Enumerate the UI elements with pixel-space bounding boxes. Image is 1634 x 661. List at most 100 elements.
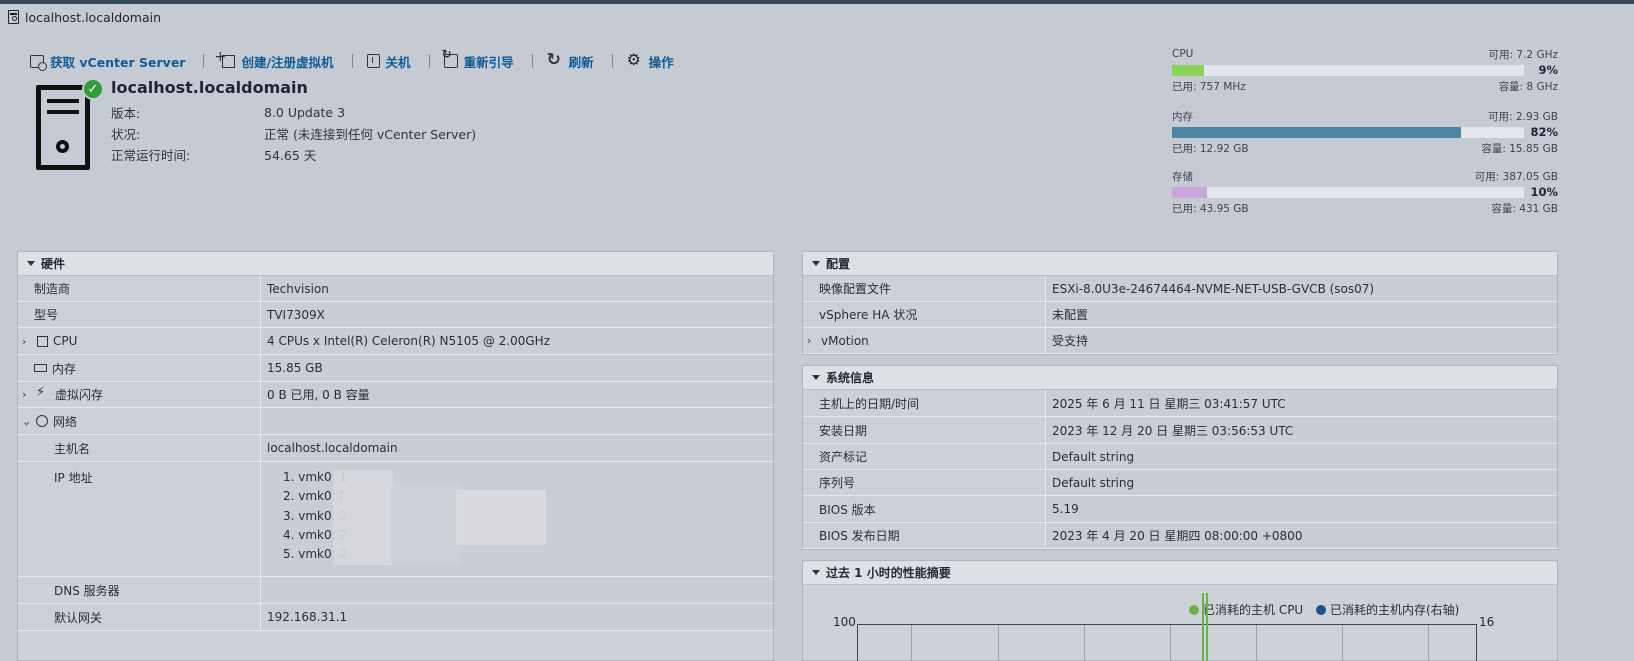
legend-mem[interactable]: 已消耗的主机内存(右轴) xyxy=(1316,601,1459,618)
cpu-free: 可用: 7.2 GHz xyxy=(1488,48,1558,61)
row-label: 型号 xyxy=(18,302,260,327)
table-row-cpu[interactable]: › CPU 4 CPUs x Intel(R) Celeron(R) N5105 … xyxy=(18,328,773,355)
row-label: BIOS 版本 xyxy=(803,496,1045,522)
row-label: CPU xyxy=(53,334,78,348)
legend-cpu-label: 已消耗的主机 CPU xyxy=(1203,603,1304,617)
toolbar: 获取 vCenter Server 创建/注册虚拟机 关机 重新引导 刷新 操作 xyxy=(30,47,674,72)
row-value: ESXi-8.0U3e-24674464-NVME-NET-USB-GVCB (… xyxy=(1045,276,1557,301)
table-row-ip: IP 地址 1. vmk0: 1 2. vmk0: f 3. vmk0: 2 4… xyxy=(18,462,773,577)
toolbar-separator xyxy=(611,54,613,68)
storage-free: 可用: 387.05 GB xyxy=(1474,170,1558,183)
table-row: 主机名 localhost.localdomain xyxy=(18,435,773,462)
window-title: localhost.localdomain xyxy=(25,9,162,25)
storage-meter: 存储 可用: 387.05 GB 10% 已用: 43.95 GB 容量: 431 … xyxy=(1172,169,1558,215)
table-row-vmotion[interactable]: › vMotion 受支持 xyxy=(803,328,1557,354)
table-row: 默认网关 192.168.31.1 xyxy=(18,604,773,631)
collapse-icon xyxy=(812,570,820,575)
memory-row-key: 内存 xyxy=(18,355,260,381)
cpu-usage-bar xyxy=(1172,64,1524,76)
row-value: Default string xyxy=(1045,444,1557,469)
y-axis-left-top: 100 xyxy=(833,615,856,629)
legend-mem-label: 已消耗的主机内存(右轴) xyxy=(1330,603,1460,617)
system-info-panel-header[interactable]: 系统信息 xyxy=(803,366,1557,390)
hardware-panel-header[interactable]: 硬件 xyxy=(18,252,773,276)
table-row: 安装日期 2023 年 12 月 20 日 星期三 03:56:53 UTC xyxy=(803,417,1557,444)
cpu-used: 已用: 757 MHz xyxy=(1172,80,1246,93)
shutdown-button[interactable]: 关机 xyxy=(366,52,411,71)
host-info-row: 状况: 正常 (未连接到任何 vCenter Server) xyxy=(111,123,476,144)
row-value: 受支持 xyxy=(1045,328,1557,353)
storage-meter-label: 存储 xyxy=(1172,170,1193,183)
host-icon xyxy=(8,10,19,24)
performance-panel-header[interactable]: 过去 1 小时的性能摘要 xyxy=(803,561,1557,585)
collapse-icon xyxy=(812,375,820,380)
toolbar-separator xyxy=(428,54,430,68)
create-vm-button[interactable]: 创建/注册虚拟机 xyxy=(214,49,334,71)
row-label: 主机名 xyxy=(18,435,260,461)
row-value: TVI7309X xyxy=(260,302,773,327)
performance-panel: 过去 1 小时的性能摘要 已消耗的主机 CPU 已消耗的主机内存(右轴) 100… xyxy=(802,560,1558,661)
table-row: BIOS 发布日期 2023 年 4 月 20 日 星期四 08:00:00 +… xyxy=(803,523,1557,549)
row-value: 2023 年 12 月 20 日 星期三 03:56:53 UTC xyxy=(1045,417,1557,443)
toolbar-separator xyxy=(203,54,205,68)
row-value xyxy=(260,577,773,603)
redaction-mosaic xyxy=(391,484,461,564)
chevron-right-icon[interactable]: › xyxy=(807,334,821,347)
flash-row-key: › 虚拟闪存 xyxy=(18,382,260,407)
config-panel: 配置 映像配置文件 ESXi-8.0U3e-24674464-NVME-NET-… xyxy=(802,251,1558,355)
cpu-percent: 9% xyxy=(1538,63,1558,77)
redaction-mosaic xyxy=(456,490,546,545)
chevron-down-icon[interactable]: ⌄ xyxy=(22,415,36,428)
reboot-label: 重新引导 xyxy=(463,54,514,70)
hardware-panel: 硬件 制造商 Techvision 型号 TVI7309X › CPU 4 CPU… xyxy=(17,251,774,661)
row-value: 0 B 已用, 0 B 容量 xyxy=(260,382,773,407)
cpu-capacity: 容量: 8 GHz xyxy=(1498,80,1558,93)
table-row-flash[interactable]: › 虚拟闪存 0 B 已用, 0 B 容量 xyxy=(18,382,773,408)
table-row: 主机上的日期/时间 2025 年 6 月 11 日 星期三 03:41:57 U… xyxy=(803,390,1557,417)
chevron-right-icon[interactable]: › xyxy=(22,388,36,401)
storage-usage-bar xyxy=(1172,186,1524,198)
memory-capacity: 容量: 15.85 GB xyxy=(1481,142,1558,155)
redaction-mosaic xyxy=(333,470,393,565)
create-vm-label: 创建/注册虚拟机 xyxy=(241,54,334,70)
row-label: IP 地址 xyxy=(18,462,260,576)
network-row-key: ⌄ 网络 xyxy=(18,408,260,434)
refresh-button[interactable]: 刷新 xyxy=(547,50,594,71)
host-info-value: 正常 (未连接到任何 vCenter Server) xyxy=(264,127,477,142)
table-row-network[interactable]: ⌄ 网络 xyxy=(18,408,773,435)
legend-dot xyxy=(1316,604,1326,615)
reboot-icon xyxy=(442,47,458,68)
row-label: vSphere HA 状况 xyxy=(803,302,1045,327)
row-value: 5.19 xyxy=(1045,496,1557,522)
chevron-right-icon[interactable]: › xyxy=(22,335,36,348)
host-info-row: 版本: 8.0 Update 3 xyxy=(111,102,476,123)
cpu-spike-line xyxy=(1202,593,1204,661)
status-ok-icon: ✓ xyxy=(82,78,104,100)
table-row: 型号 TVI7309X xyxy=(18,302,773,328)
cpu-meter: CPU 可用: 7.2 GHz 9% 已用: 757 MHz 容量: 8 GHz xyxy=(1172,47,1558,93)
new-vm-icon xyxy=(214,49,236,68)
server-icon xyxy=(36,85,90,170)
system-info-title: 系统信息 xyxy=(826,371,875,385)
reboot-button[interactable]: 重新引导 xyxy=(442,47,514,71)
toolbar-separator xyxy=(351,54,353,68)
row-label: 内存 xyxy=(52,361,77,376)
storage-used: 已用: 43.95 GB xyxy=(1172,202,1249,215)
get-vcenter-button[interactable]: 获取 vCenter Server xyxy=(30,52,185,71)
collapse-icon xyxy=(27,261,35,266)
shutdown-label: 关机 xyxy=(385,54,411,70)
row-value: 192.168.31.1 xyxy=(260,604,773,630)
host-info-label: 状况: xyxy=(111,127,141,142)
row-label: 制造商 xyxy=(18,276,260,301)
row-label: 序列号 xyxy=(803,470,1045,495)
config-panel-header[interactable]: 配置 xyxy=(803,252,1557,276)
refresh-label: 刷新 xyxy=(568,54,594,70)
table-row: DNS 服务器 xyxy=(18,577,773,604)
network-icon xyxy=(36,415,48,427)
row-label: 虚拟闪存 xyxy=(55,388,104,402)
ip-list: 1. vmk0: 1 2. vmk0: f 3. vmk0: 2 4. vmk0… xyxy=(260,462,773,576)
row-label: 主机上的日期/时间 xyxy=(803,390,1045,416)
actions-button[interactable]: 操作 xyxy=(627,50,674,71)
table-row: 制造商 Techvision xyxy=(18,276,773,302)
collapse-icon xyxy=(812,261,820,266)
